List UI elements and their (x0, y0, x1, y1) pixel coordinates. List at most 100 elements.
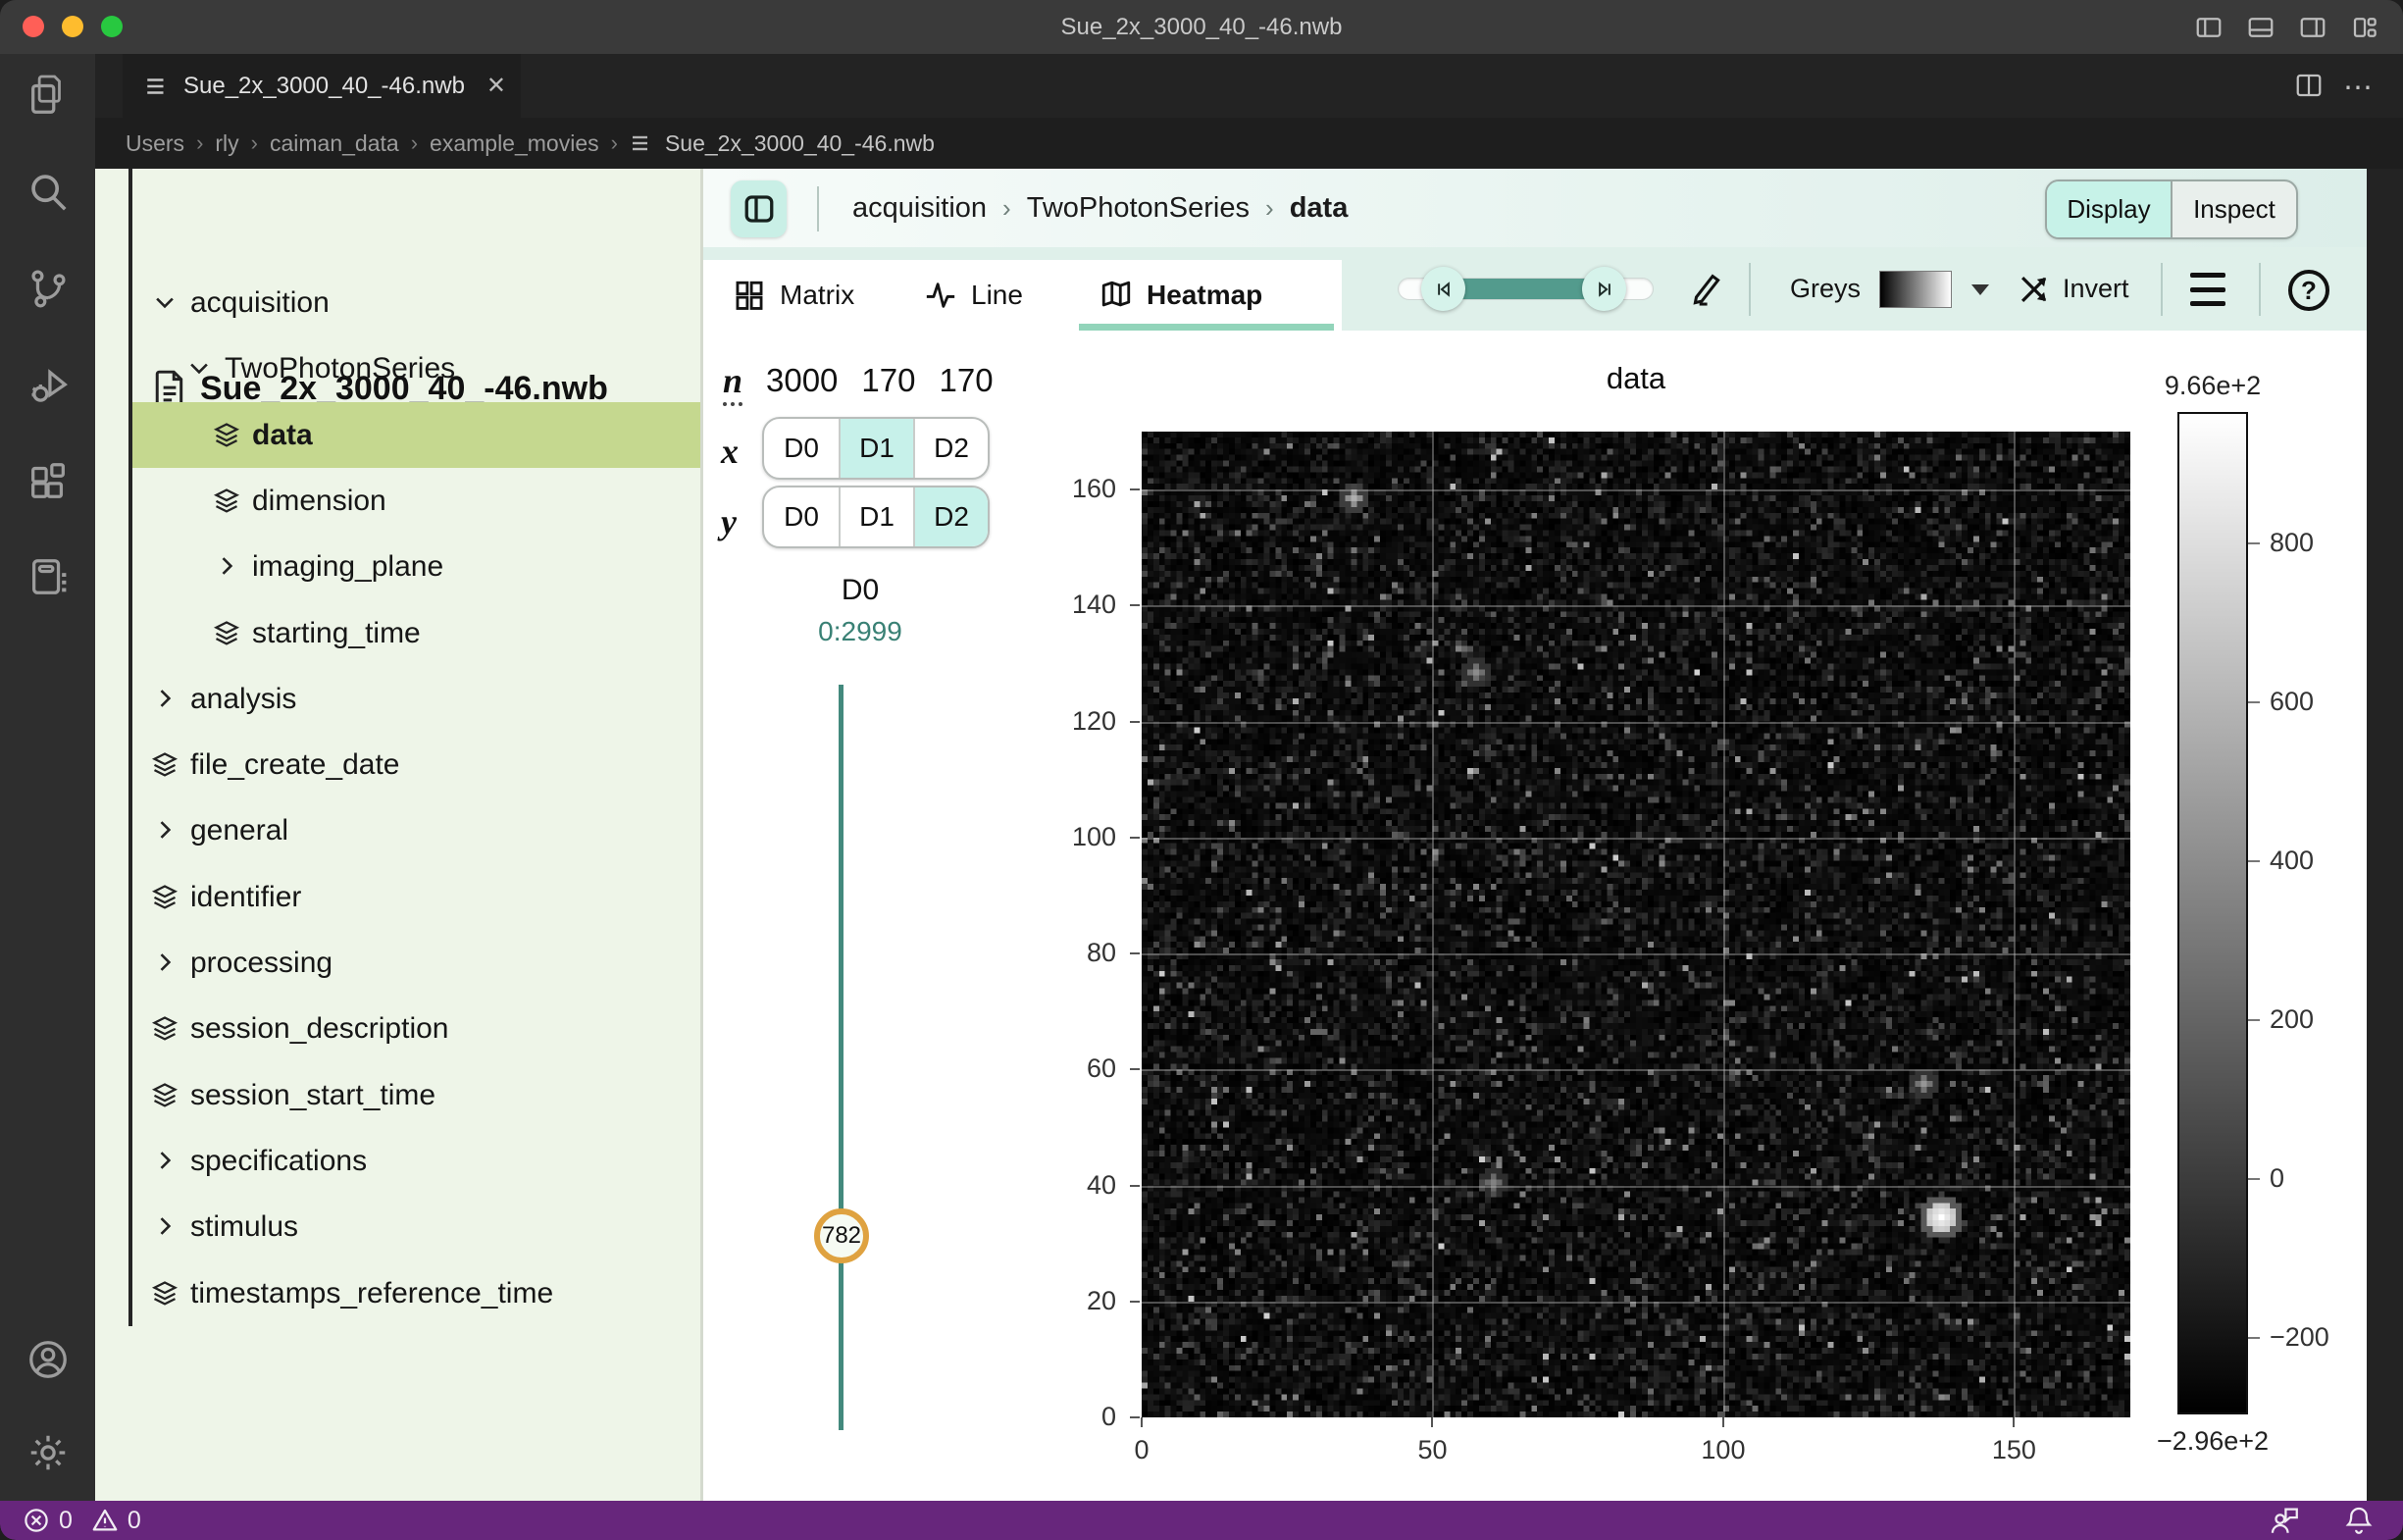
tab-heatmap[interactable]: Heatmap (1099, 260, 1262, 331)
invert-label[interactable]: Invert (2063, 247, 2129, 331)
extensions-icon[interactable] (26, 458, 71, 503)
colorbar-tick (2248, 1337, 2260, 1339)
problems-indicator[interactable]: 0 0 (22, 1506, 141, 1535)
vis-tab-group: Matrix Line Heatmap (703, 260, 1342, 331)
dataset-icon (213, 619, 242, 648)
tree-item-TwoPhotonSeries[interactable]: TwoPhotonSeries (132, 336, 700, 402)
y-dim-d2-button[interactable]: D2 (913, 488, 988, 546)
y-dim-d0-button[interactable]: D0 (764, 488, 839, 546)
tree-item-identifier[interactable]: identifier (132, 864, 700, 930)
colorbar-tick (2248, 1019, 2260, 1021)
help-button[interactable]: ? (2288, 270, 2329, 311)
accounts-icon[interactable] (26, 1337, 71, 1382)
x-dim-d2-button[interactable]: D2 (913, 419, 988, 478)
tree-item-specifications[interactable]: specifications (132, 1128, 700, 1194)
tree-item-general[interactable]: general (132, 798, 700, 864)
y-dim-d1-button[interactable]: D1 (839, 488, 913, 546)
breadcrumb-item[interactable]: Users (126, 130, 184, 157)
line-pulse-icon (924, 279, 957, 312)
window-title: Sue_2x_3000_40_-46.nwb (0, 0, 2403, 54)
x-gridline (1723, 432, 1725, 1417)
search-icon[interactable] (26, 170, 71, 215)
tab-line[interactable]: Line (924, 260, 1023, 331)
close-window-button[interactable] (23, 16, 44, 37)
y-axis-label: y (721, 501, 737, 542)
x-tick-label: 50 (1393, 1435, 1471, 1465)
tree-item-data[interactable]: data (132, 402, 700, 468)
colorbar-tick (2248, 1178, 2260, 1180)
slicer-track[interactable] (839, 685, 844, 1430)
colorbar[interactable] (2177, 412, 2248, 1414)
customize-layout-icon[interactable] (2350, 13, 2379, 42)
settings-gear-icon[interactable] (26, 1430, 71, 1475)
tree-item-label: session_start_time (190, 1079, 435, 1112)
y-gridline (1142, 722, 2130, 724)
more-actions-icon[interactable]: ⋯ (2343, 71, 2375, 105)
tree-item-label: file_create_date (190, 748, 400, 782)
breadcrumb-item[interactable]: example_movies (430, 130, 599, 157)
slicer-dimension-label: D0 (801, 574, 919, 607)
n-label: n (723, 360, 742, 401)
y-tick-label: 100 (1022, 822, 1116, 852)
tree-item-imaging_plane[interactable]: imaging_plane (132, 535, 700, 600)
dataset-icon (151, 750, 180, 780)
nwb-explorer-panel: Sue_2x_3000_40_-46.nwb acquisitionTwoPho… (95, 169, 700, 1501)
breadcrumb-item[interactable]: rly (215, 130, 238, 157)
tree-item-label: specifications (190, 1145, 367, 1178)
tree-item-stimulus[interactable]: stimulus (132, 1195, 700, 1260)
tab-nwb-file[interactable]: Sue_2x_3000_40_-46.nwb ✕ (123, 54, 521, 118)
tree-item-file_create_date[interactable]: file_create_date (132, 733, 700, 798)
chevron-right-icon (213, 552, 242, 582)
toggle-panel-icon[interactable] (2246, 13, 2275, 42)
feedback-icon[interactable] (2268, 1504, 2301, 1537)
source-control-icon[interactable] (26, 266, 71, 311)
x-dim-d0-button[interactable]: D0 (764, 419, 839, 478)
y-tick (1130, 488, 1140, 490)
x-tick (1722, 1417, 1724, 1427)
colormap-label: Greys (1790, 247, 1861, 331)
colormap-swatch[interactable] (1879, 271, 1952, 308)
explorer-icon[interactable] (26, 74, 71, 119)
toggle-explorer-button[interactable] (731, 180, 787, 237)
chevron-right-icon (151, 685, 180, 714)
tab-close-icon[interactable]: ✕ (486, 72, 506, 100)
y-gridline (1142, 1069, 2130, 1071)
toggle-primary-sidebar-icon[interactable] (2194, 13, 2224, 42)
heatmap-canvas[interactable] (1142, 432, 2130, 1417)
tree-item-analysis[interactable]: analysis (132, 666, 700, 732)
notifications-bell-icon[interactable] (2342, 1504, 2376, 1537)
entity-crumb-current: data (1290, 192, 1349, 225)
slicer-handle[interactable]: 782 (814, 1208, 869, 1263)
zoom-window-button[interactable] (101, 16, 123, 37)
tree-item-starting_time[interactable]: starting_time (132, 600, 700, 666)
tree-item-timestamps_reference_time[interactable]: timestamps_reference_time (132, 1260, 700, 1326)
tree-item-label: session_description (190, 1012, 448, 1046)
tree-item-label: general (190, 814, 288, 847)
minimize-window-button[interactable] (62, 16, 83, 37)
h5web-notebook-icon[interactable] (26, 554, 71, 599)
domain-min-handle[interactable] (1421, 267, 1465, 311)
domain-max-handle[interactable] (1582, 267, 1626, 311)
x-dim-d1-button[interactable]: D1 (839, 419, 913, 478)
display-mode-button[interactable]: Display (2047, 181, 2171, 237)
tree-item-session_start_time[interactable]: session_start_time (132, 1062, 700, 1128)
tree-item-processing[interactable]: processing (132, 931, 700, 997)
entity-crumb[interactable]: TwoPhotonSeries (1027, 192, 1250, 225)
error-icon (22, 1506, 51, 1535)
tree-item-session_description[interactable]: session_description (132, 997, 700, 1062)
more-options-menu-icon[interactable] (2190, 273, 2225, 306)
entity-crumb[interactable]: acquisition (852, 192, 987, 225)
edit-domain-pen-icon[interactable] (1687, 271, 1724, 308)
slicer-range-label: 0:2999 (801, 616, 919, 647)
toggle-secondary-sidebar-icon[interactable] (2298, 13, 2327, 42)
invert-icon[interactable] (2016, 271, 2053, 308)
tab-matrix[interactable]: Matrix (733, 260, 854, 331)
tree-item-acquisition[interactable]: acquisition (132, 271, 700, 336)
run-debug-icon[interactable] (26, 362, 71, 407)
breadcrumb-item[interactable]: caiman_data (270, 130, 399, 157)
breadcrumb-file[interactable]: Sue_2x_3000_40_-46.nwb (665, 130, 935, 157)
chevron-down-icon[interactable] (1971, 284, 1989, 295)
inspect-mode-button[interactable]: Inspect (2171, 181, 2296, 237)
tree-item-dimension[interactable]: dimension (132, 468, 700, 534)
split-editor-icon[interactable] (2294, 71, 2324, 100)
